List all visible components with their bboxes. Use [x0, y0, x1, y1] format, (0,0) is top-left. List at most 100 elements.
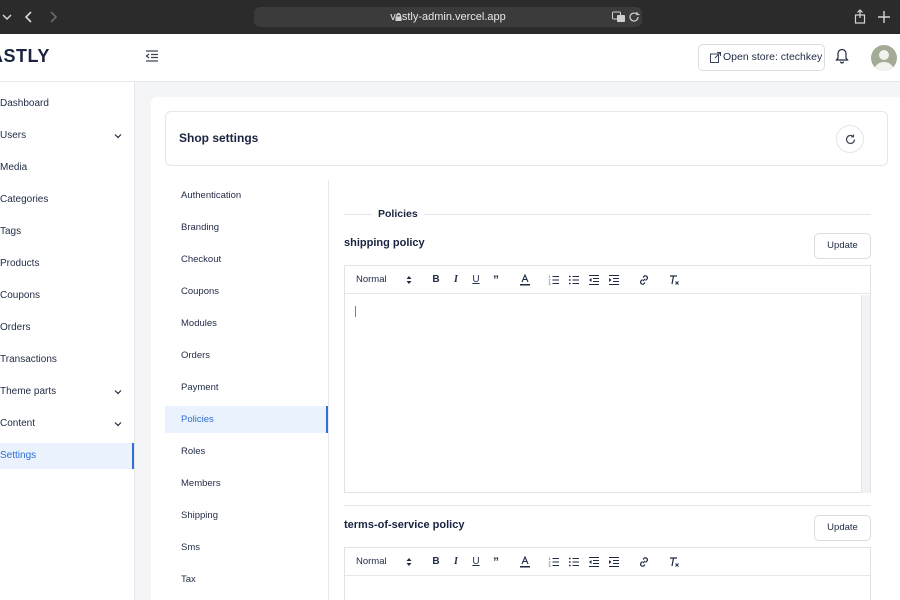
- ordered-list-icon[interactable]: 123: [548, 556, 560, 568]
- settings-tab-label: Checkout: [181, 254, 222, 265]
- settings-tab-shipping[interactable]: Shipping: [165, 502, 328, 529]
- address-bar[interactable]: vastly-admin.vercel.app: [254, 7, 642, 27]
- clear-format-icon[interactable]: [668, 274, 680, 286]
- sidebar-item-transactions[interactable]: Transactions: [0, 347, 134, 373]
- settings-tab-members[interactable]: Members: [165, 470, 328, 497]
- sidebar-item-content[interactable]: Content: [0, 411, 134, 437]
- refresh-button[interactable]: [836, 125, 864, 153]
- settings-tab-label: Shipping: [181, 510, 218, 521]
- italic-icon[interactable]: I: [450, 274, 462, 286]
- bell-icon[interactable]: [835, 48, 849, 64]
- terms-policy-textarea[interactable]: [345, 577, 861, 600]
- update-button[interactable]: Update: [814, 233, 871, 259]
- update-button[interactable]: Update: [814, 515, 871, 541]
- sidebar-item-dashboard[interactable]: Dashboard: [0, 91, 134, 117]
- policy-label: shipping policy: [344, 237, 425, 249]
- settings-tab-branding[interactable]: Branding: [165, 214, 328, 241]
- section-title: Policies: [378, 208, 418, 220]
- chevron-down-icon: [114, 134, 122, 139]
- sidebar-item-label: Dashboard: [0, 98, 49, 109]
- sidebar-item-label: Products: [0, 258, 40, 269]
- quote-icon[interactable]: ”: [490, 274, 502, 286]
- settings-tab-policies[interactable]: Policies: [165, 406, 328, 433]
- settings-tab-roles[interactable]: Roles: [165, 438, 328, 465]
- bullet-list-icon[interactable]: [568, 556, 580, 568]
- sidebar-item-orders[interactable]: Orders: [0, 315, 134, 341]
- settings-tab-coupons[interactable]: Coupons: [165, 278, 328, 305]
- lock-icon: [395, 13, 402, 21]
- chevron-down-icon: [114, 422, 122, 427]
- settings-tab-orders[interactable]: Orders: [165, 342, 328, 369]
- editor-scrollbar[interactable]: [861, 295, 870, 493]
- outdent-icon[interactable]: [588, 556, 600, 568]
- link-icon[interactable]: [638, 274, 650, 286]
- text-color-icon[interactable]: [519, 556, 531, 568]
- sidebar-item-label: Users: [0, 130, 27, 141]
- translate-icon[interactable]: [612, 11, 626, 23]
- sidebar-item-label: Content: [0, 418, 36, 429]
- clear-format-icon[interactable]: [668, 556, 680, 568]
- text-color-icon[interactable]: [519, 274, 531, 286]
- sidebar-item-label: Transactions: [0, 354, 57, 365]
- external-link-icon: [710, 52, 721, 63]
- open-store-label: Open store: ctechkey: [723, 51, 823, 63]
- ordered-list-icon[interactable]: 123: [548, 274, 560, 286]
- app-logo[interactable]: ASTLY: [0, 46, 50, 67]
- select-arrows-icon: [406, 558, 412, 566]
- terms-policy-editor[interactable]: Normal B I U ” 123: [344, 547, 871, 600]
- reload-icon[interactable]: [628, 11, 642, 23]
- link-icon[interactable]: [638, 556, 650, 568]
- collapse-menu-icon[interactable]: [144, 48, 160, 64]
- sidebar-item-label: Categories: [0, 194, 49, 205]
- tab-menu-chevron-icon[interactable]: [0, 8, 16, 26]
- new-tab-icon[interactable]: [875, 8, 893, 26]
- sidebar-item-settings[interactable]: Settings: [0, 443, 134, 469]
- settings-tab-sms[interactable]: Sms: [165, 534, 328, 561]
- bold-icon[interactable]: B: [430, 274, 442, 286]
- sidebar-item-coupons[interactable]: Coupons: [0, 283, 134, 309]
- shipping-policy-editor[interactable]: Normal B I U ” 123: [344, 265, 871, 493]
- format-select[interactable]: Normal: [356, 274, 387, 285]
- sidebar-item-label: Theme parts: [0, 386, 57, 397]
- sidebar-item-tags[interactable]: Tags: [0, 219, 134, 245]
- sidebar-item-label: Media: [0, 162, 28, 173]
- settings-tab-label: Coupons: [181, 286, 220, 297]
- bold-icon[interactable]: B: [430, 556, 442, 568]
- sidebar-item-media[interactable]: Media: [0, 155, 134, 181]
- sidebar-item-users[interactable]: Users: [0, 123, 134, 149]
- chevron-down-icon: [114, 390, 122, 395]
- indent-icon[interactable]: [608, 274, 620, 286]
- outdent-icon[interactable]: [588, 274, 600, 286]
- italic-icon[interactable]: I: [450, 556, 462, 568]
- underline-icon[interactable]: U: [470, 274, 482, 286]
- settings-tab-checkout[interactable]: Checkout: [165, 246, 328, 273]
- format-select[interactable]: Normal: [356, 556, 387, 567]
- underline-icon[interactable]: U: [470, 556, 482, 568]
- settings-tab-payment[interactable]: Payment: [165, 374, 328, 401]
- url-text: vastly-admin.vercel.app: [390, 11, 506, 23]
- share-icon[interactable]: [851, 8, 869, 26]
- sidebar: Dashboard Users Media Categories Tags Pr…: [0, 82, 135, 600]
- editor-toolbar: Normal B I U ” 123: [345, 548, 870, 576]
- sidebar-item-categories[interactable]: Categories: [0, 187, 134, 213]
- indent-icon[interactable]: [608, 556, 620, 568]
- avatar[interactable]: [871, 45, 897, 71]
- sidebar-item-label: Settings: [0, 450, 37, 461]
- settings-tab-label: Policies: [181, 414, 214, 425]
- open-store-button[interactable]: Open store: ctechkey: [698, 44, 825, 71]
- settings-tab-label: Branding: [181, 222, 220, 233]
- shipping-policy-textarea[interactable]: [345, 295, 861, 493]
- settings-tab-authentication[interactable]: Authentication: [165, 182, 328, 209]
- sidebar-item-theme-parts[interactable]: Theme parts: [0, 379, 134, 405]
- bullet-list-icon[interactable]: [568, 274, 580, 286]
- section-divider: [344, 214, 372, 215]
- forward-icon[interactable]: [44, 8, 62, 26]
- svg-text:3: 3: [549, 282, 551, 286]
- quote-icon[interactable]: ”: [490, 556, 502, 568]
- settings-tab-modules[interactable]: Modules: [165, 310, 328, 337]
- back-icon[interactable]: [20, 8, 38, 26]
- settings-tab-tax[interactable]: Tax: [165, 566, 328, 593]
- settings-tab-label: Roles: [181, 446, 206, 457]
- sidebar-item-products[interactable]: Products: [0, 251, 134, 277]
- section-divider: [424, 214, 871, 215]
